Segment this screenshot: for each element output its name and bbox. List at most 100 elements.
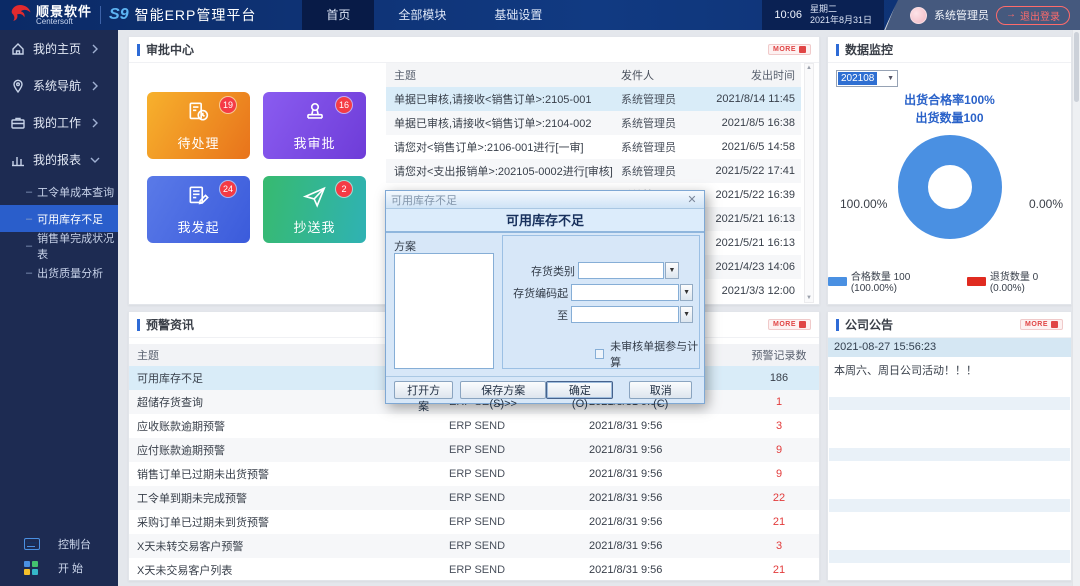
dialog-heading: 可用库存不足 — [386, 209, 704, 233]
code-to-input[interactable] — [571, 306, 680, 323]
cancel-button[interactable]: 取消(C) — [629, 381, 692, 410]
notice-more-button[interactable]: MORE — [1020, 319, 1063, 330]
more-grid-icon — [1051, 321, 1058, 328]
pass-rate-headline: 出货合格率100% — [904, 93, 995, 107]
select-caret-icon: ▼ — [887, 75, 894, 82]
category-input[interactable] — [578, 262, 664, 279]
sidebar-subitem[interactable]: – 工令单成本查询 — [0, 178, 118, 205]
alert-row[interactable]: 工令单到期未完成预警 ERP SEND 2021/8/31 9:56 22 — [129, 486, 819, 510]
alert-row[interactable]: 采购订单已过期未到货预警 ERP SEND 2021/8/31 9:56 21 — [129, 510, 819, 534]
briefcase-icon — [11, 117, 25, 129]
product-name: 智能ERP管理平台 — [134, 7, 257, 23]
code-to-field-label: 至 — [557, 309, 569, 322]
time: 10:06 — [774, 9, 802, 21]
approval-row[interactable]: 单据已审核,请接收<销售订单>:2104-002 系统管理员 2021/8/5 … — [386, 111, 801, 135]
category-field-label: 存货类别 — [531, 265, 575, 278]
approval-row[interactable]: 单据已审核,请接收<销售订单>:2105-001 系统管理员 2021/8/14… — [386, 87, 801, 111]
notice-panel: 公司公告 MORE 2021-08-27 15:56:23 本周六、周日公司活动… — [827, 311, 1072, 581]
notice-empty-rows — [829, 397, 1070, 579]
weekday: 星期二 — [809, 4, 837, 14]
sidebar-item-work[interactable]: 我的工作 — [0, 104, 118, 141]
open-plan-button[interactable]: 打开方案 — [394, 381, 454, 413]
sidebar-subitem[interactable]: – 可用库存不足 — [0, 205, 118, 232]
logo[interactable]: 顺景软件 Centersoft S9 智能ERP管理平台 — [0, 3, 256, 27]
chevron-right-icon — [92, 118, 98, 127]
console-button[interactable]: 控制台 — [0, 532, 118, 556]
tile-initiated-by-me[interactable]: 24 我发起 — [147, 176, 250, 243]
sidebar-subitem[interactable]: – 出货质量分析 — [0, 259, 118, 286]
alert-row[interactable]: X天未转交易客户预警 ERP SEND 2021/8/31 9:56 3 — [129, 534, 819, 558]
sidebar-subitem[interactable]: – 销售单完成状况表 — [0, 232, 118, 261]
data-monitor-panel: 数据监控 202108 ▼ 出货合格率100% 出货数量100 100.00% … — [827, 36, 1072, 305]
legend-return-swatch — [967, 276, 986, 286]
initiate-count-badge: 24 — [219, 181, 236, 197]
logout-button[interactable]: → 退出登录 — [996, 5, 1070, 25]
approval-row[interactable]: 请您对<销售订单>:2106-001进行[一审] 系统管理员 2021/6/5 … — [386, 135, 801, 159]
top-bar: 顺景软件 Centersoft S9 智能ERP管理平台 首页 全部模块 基础设置 … — [0, 0, 1080, 30]
chevron-right-icon — [92, 44, 98, 53]
alert-row[interactable]: 应付账款逾期预警 ERP SEND 2021/8/31 9:56 9 — [129, 438, 819, 462]
code-from-field-label: 存货编码起 — [513, 287, 569, 300]
cc-count-badge: 2 — [336, 181, 352, 197]
approval-row[interactable]: 请您对<支出报销单>:202105-0002进行[审核] 系统管理员 2021/… — [386, 159, 801, 183]
sidebar-item-home[interactable]: 我的主页 — [0, 30, 118, 67]
pass-percent-label: 100.00% — [840, 197, 888, 211]
approval-scrollbar[interactable]: ▲ ▼ — [804, 63, 814, 303]
legend-pass: 合格数量 100 (100.00%) — [828, 268, 953, 294]
sidebar-submenu: – 工令单成本查询 – 可用库存不足 – 销售单完成状况表 – 出货质量分析 — [0, 178, 118, 286]
sidebar-item-reports[interactable]: 我的报表 — [0, 141, 118, 178]
sidebar-item-navigation[interactable]: 系统导航 — [0, 67, 118, 104]
code-from-input[interactable] — [571, 284, 680, 301]
brand-swirl-icon — [11, 5, 31, 21]
category-lookup-button[interactable]: ▼ — [665, 262, 679, 279]
main-nav: 首页 全部模块 基础设置 — [302, 0, 566, 30]
start-icon — [24, 561, 42, 575]
main-scrollbar[interactable] — [1072, 30, 1080, 586]
alert-count: 3 — [775, 420, 783, 432]
shipment-donut-chart — [892, 129, 1008, 250]
code-to-lookup-button[interactable]: ▼ — [680, 306, 693, 323]
tile-my-approvals[interactable]: 16 我审批 — [263, 92, 366, 159]
dialog-close-icon[interactable]: ✕ — [685, 193, 699, 206]
alert-count: 22 — [772, 492, 786, 504]
logo-en: Centersoft — [36, 16, 73, 26]
diagonal-divider — [884, 0, 899, 30]
user-area: 系统管理员 → 退出登录 — [884, 0, 1080, 30]
return-percent-label: 0.00% — [1028, 197, 1063, 211]
clock: 10:06 星期二 2021年8月31日 — [762, 0, 884, 30]
nav-item[interactable]: 基础设置 — [470, 0, 566, 30]
tile-pending[interactable]: 19 待处理 — [147, 92, 250, 159]
plan-listbox[interactable] — [394, 253, 494, 369]
product-code: S9 — [109, 6, 129, 23]
ok-button[interactable]: 确定(O) — [546, 381, 614, 410]
more-grid-icon — [799, 46, 806, 53]
save-plan-button[interactable]: 保存方案(S)>> — [460, 381, 547, 410]
nav-item[interactable]: 全部模块 — [374, 0, 470, 30]
alerts-more-button[interactable]: MORE — [768, 319, 811, 330]
sidebar: 我的主页 系统导航 我的工作 我的报表 – 工令单成本查询 – 可用库存不足 – 销售… — [0, 30, 118, 586]
erp-home-screen: 顺景软件 Centersoft S9 智能ERP管理平台 首页 全部模块 基础设置 … — [0, 0, 1080, 586]
period-select[interactable]: 202108 ▼ — [836, 70, 898, 87]
console-icon — [24, 538, 42, 550]
legend-return: 退货数量 0 (0.00%) — [967, 268, 1071, 294]
date: 2021年8月31日 — [809, 15, 872, 25]
avatar[interactable] — [910, 6, 927, 24]
code-from-lookup-button[interactable]: ▼ — [680, 284, 693, 301]
more-grid-icon — [799, 321, 806, 328]
notice-text[interactable]: 本周六、周日公司活动！！！ — [828, 357, 1071, 397]
tile-cc-to-me[interactable]: 2 抄送我 — [263, 176, 366, 243]
alert-row[interactable]: 销售订单已过期未出货预警 ERP SEND 2021/8/31 9:56 9 — [129, 462, 819, 486]
alert-row[interactable]: 应收账款逾期预警 ERP SEND 2021/8/31 9:56 3 — [129, 414, 819, 438]
monitor-panel-title: 数据监控 — [845, 43, 894, 57]
approval-more-button[interactable]: MORE — [768, 44, 811, 55]
chevron-right-icon — [92, 81, 98, 90]
nav-item[interactable]: 首页 — [302, 0, 375, 30]
alert-count: 1 — [775, 396, 783, 408]
legend-pass-swatch — [828, 276, 847, 286]
logo-divider — [100, 6, 102, 24]
start-button[interactable]: 开 始 — [0, 556, 118, 580]
stock-shortage-dialog: 可用库存不足 ✕ 可用库存不足 方案 存货类别 ▼ 存货编码起 ▼ 至 ▼ 未审… — [385, 190, 705, 413]
unaudited-checkbox[interactable] — [595, 349, 605, 359]
alert-row[interactable]: X天未交易客户列表 ERP SEND 2021/8/31 9:56 21 — [129, 558, 819, 582]
unaudited-checkbox-label: 未审核单据参与计算 — [610, 341, 699, 369]
